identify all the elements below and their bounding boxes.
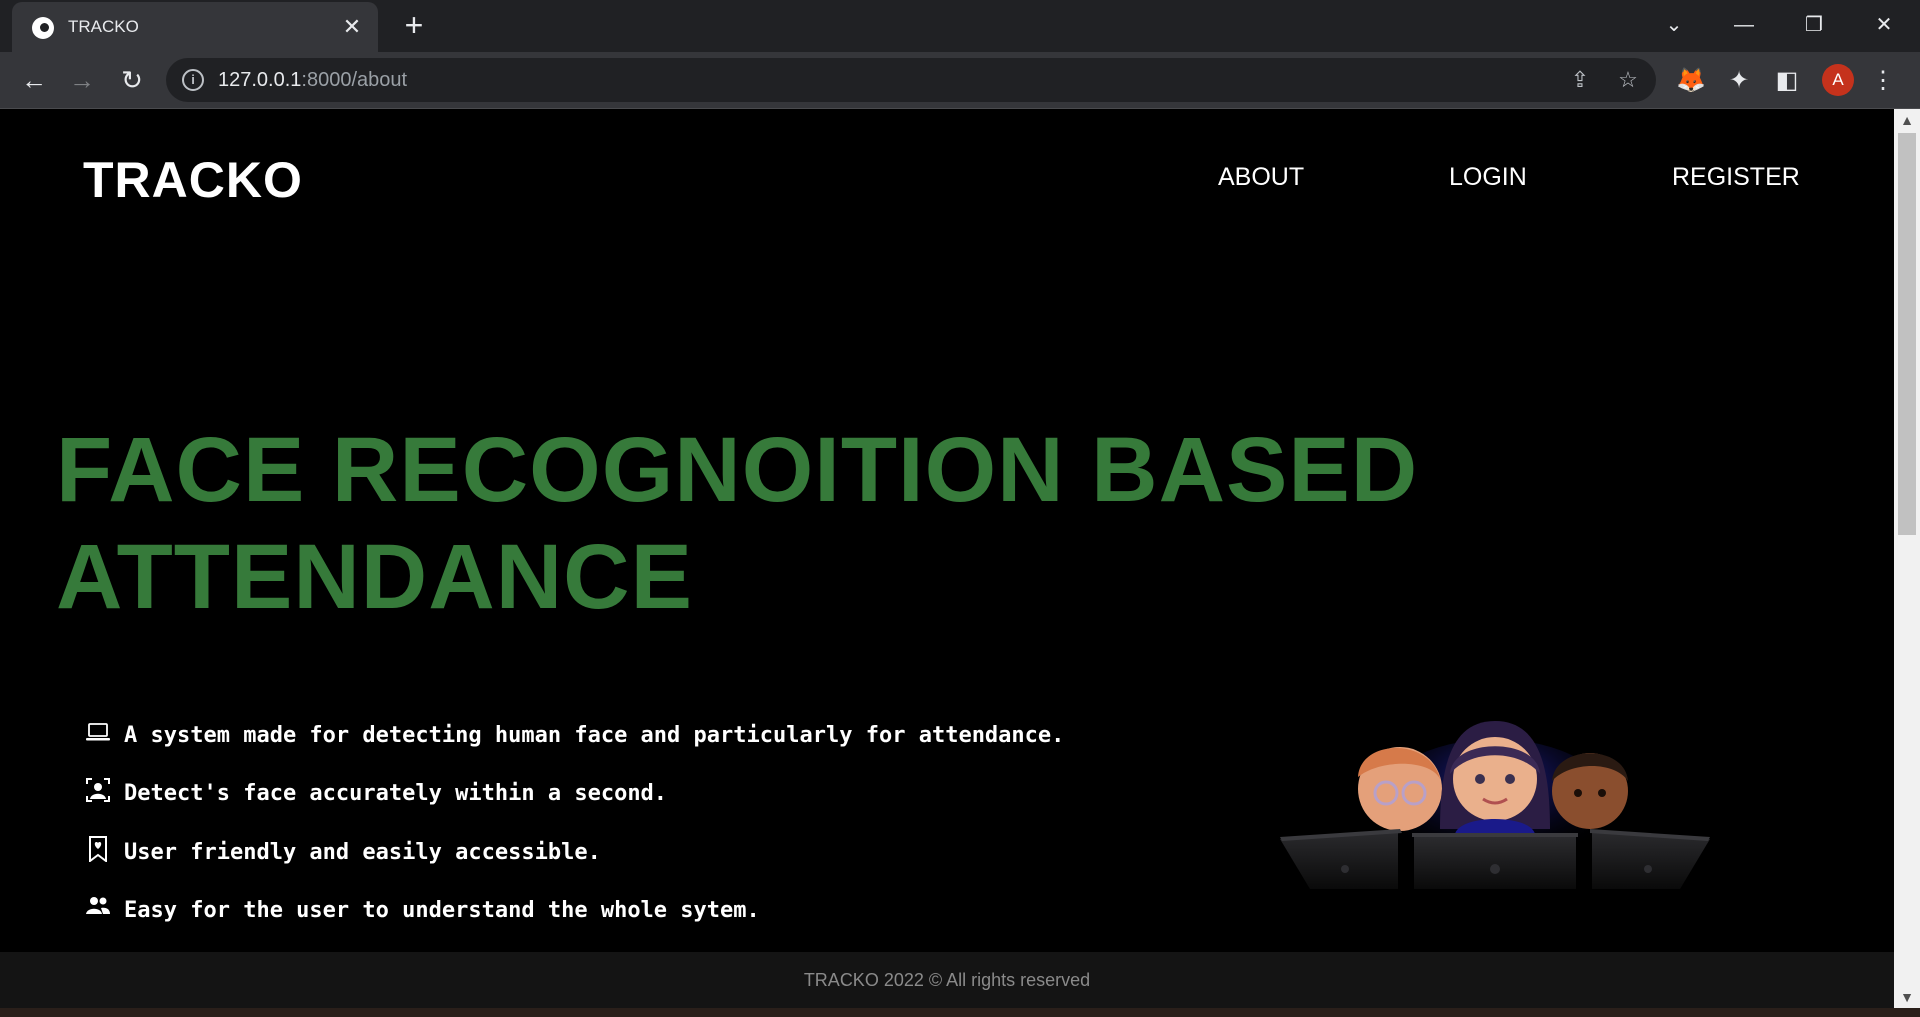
reload-button[interactable]: ↻ (114, 62, 150, 98)
tab-search-icon[interactable]: ⌄ (1654, 10, 1694, 40)
close-window-button[interactable]: ✕ (1864, 10, 1904, 40)
forward-button[interactable]: → (64, 62, 100, 98)
tab-strip: TRACKO ✕ + ⌄ — ❐ ✕ (0, 0, 1920, 52)
laptop-icon (86, 723, 110, 741)
feature-text: Detect's face accurately within a second… (124, 781, 668, 806)
footer-copyright: TRACKO 2022 © All rights reserved (803, 970, 1091, 990)
minimize-button[interactable]: — (1724, 10, 1764, 40)
feature-text: User friendly and easily accessible. (124, 840, 601, 865)
hero-title: FACE RECOGNOITION BASED ATTENDANCE (56, 417, 1556, 631)
side-panel-icon[interactable]: ◧ (1772, 66, 1802, 96)
profile-avatar[interactable]: A (1822, 64, 1854, 96)
new-tab-button[interactable]: + (398, 9, 430, 42)
scroll-down-icon[interactable]: ▼ (1894, 986, 1920, 1008)
site-favicon-icon (32, 17, 54, 39)
site-footer: TRACKO 2022 © All rights reserved (0, 952, 1894, 1008)
feature-text: A system made for detecting human face a… (124, 723, 1065, 748)
address-bar[interactable]: i 127.0.0.1:8000/about ⇪ ☆ (166, 58, 1656, 102)
feature-item: Easy for the user to understand the whol… (86, 894, 1186, 934)
hero-title-line-1: FACE RECOGNOITION BASED (56, 419, 1419, 521)
people-icon (86, 897, 110, 914)
tab-title: TRACKO (68, 17, 139, 36)
feature-item: Detect's face accurately within a second… (86, 777, 1186, 817)
browser-menu-icon[interactable]: ⋮ (1868, 66, 1898, 96)
restore-button[interactable]: ❐ (1794, 10, 1834, 40)
hero-title-line-2: ATTENDANCE (56, 526, 693, 628)
nav-login[interactable]: LOGIN (1449, 163, 1527, 192)
scroll-thumb[interactable] (1898, 133, 1916, 535)
team-laptops-illustration (1280, 721, 1710, 889)
tab-close-icon[interactable]: ✕ (338, 13, 366, 41)
url-text[interactable]: 127.0.0.1:8000/about (218, 69, 407, 92)
browser-tab[interactable]: TRACKO ✕ (12, 2, 378, 52)
nav-about[interactable]: ABOUT (1218, 163, 1304, 192)
bookmark-heart-icon (89, 836, 107, 862)
bookmark-star-icon[interactable]: ☆ (1614, 66, 1642, 94)
feature-item: A system made for detecting human face a… (86, 719, 1186, 759)
extensions-puzzle-icon[interactable]: ✦ (1724, 66, 1754, 96)
taskbar-edge (0, 1008, 1920, 1017)
share-icon[interactable]: ⇪ (1566, 66, 1594, 94)
site-info-icon[interactable]: i (182, 69, 204, 91)
page-scrollbar[interactable]: ▲ ▼ (1894, 109, 1920, 1008)
site-logo[interactable]: TRACKO (83, 151, 303, 209)
nav-register[interactable]: REGISTER (1672, 163, 1800, 192)
back-button[interactable]: ← (16, 62, 52, 98)
metamask-fox-icon[interactable]: 🦊 (1676, 66, 1706, 96)
scroll-up-icon[interactable]: ▲ (1894, 109, 1920, 131)
browser-toolbar: ← → ↻ i 127.0.0.1:8000/about ⇪ ☆ 🦊 ✦ ◧ ⋮ (0, 52, 1920, 108)
feature-text: Easy for the user to understand the whol… (124, 898, 760, 923)
page-viewport: TRACKO ABOUT LOGIN REGISTER FACE RECOGNO… (0, 109, 1894, 1008)
person-bounding-box-icon (86, 778, 110, 802)
feature-item: User friendly and easily accessible. (86, 836, 1186, 876)
